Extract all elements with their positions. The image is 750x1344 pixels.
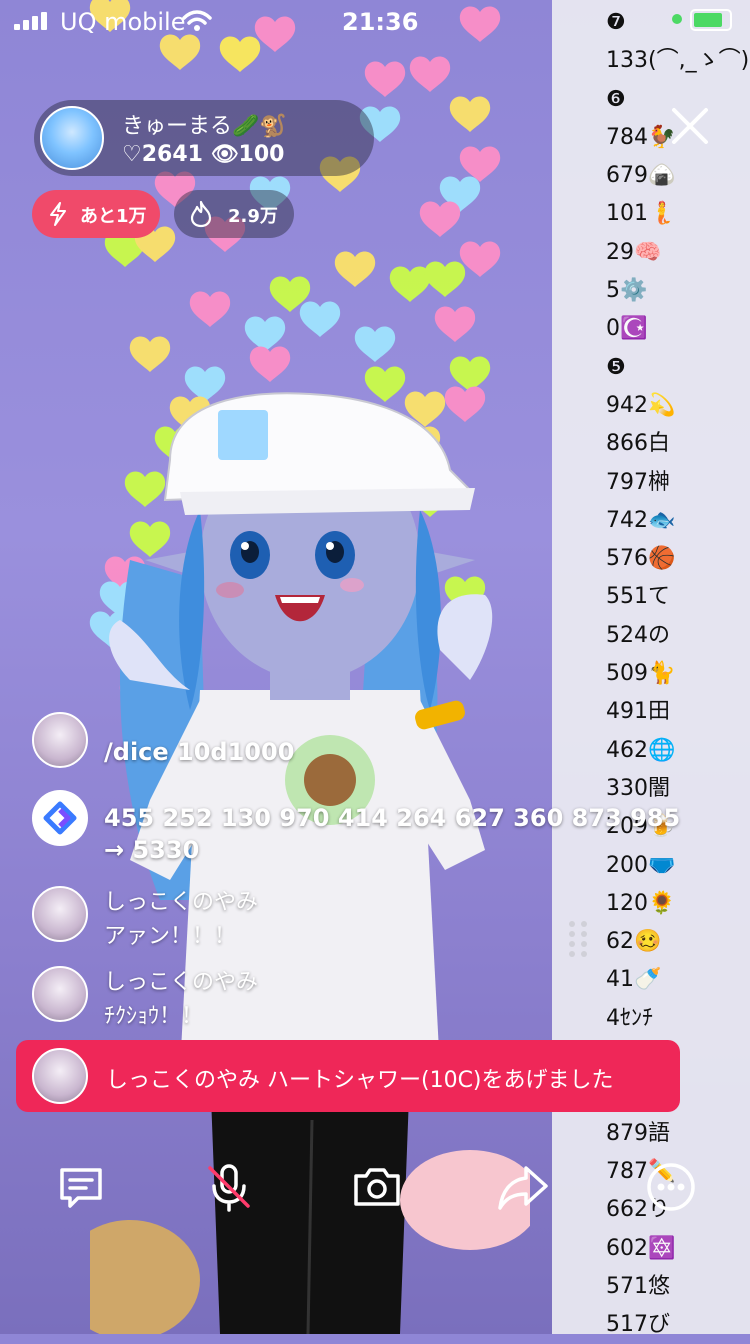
chat-message: /dice 10d1000 [32, 712, 712, 772]
chat-message-text: アァン！！！ [104, 924, 237, 949]
gift-notification-text: しっこくのやみ ハートシャワー(10C)をあげました [106, 1068, 614, 1093]
ranking-item: 551て [606, 584, 670, 610]
ranking-item: 29🧠 [606, 239, 662, 265]
ranking-item: 133(⌒,_ゝ⌒) [606, 48, 750, 74]
lightning-icon [50, 202, 66, 226]
wifi-icon [182, 10, 212, 31]
ranking-item: ❺ [606, 354, 626, 380]
gift-ranking-panel: ❼ 133(⌒,_ゝ⌒) ❻ 784🐓 679🍙 101🧜 29🧠 5⚙️ 0☪… [552, 0, 750, 1337]
close-icon[interactable] [668, 104, 712, 148]
ranking-item: 101🧜 [606, 201, 676, 227]
chat-message-text: /dice 10d1000 [104, 738, 295, 766]
camera-icon[interactable] [350, 1160, 404, 1214]
goal-badge-label: あと1万 [80, 206, 147, 227]
goal-badge[interactable]: あと1万 [32, 190, 160, 238]
cellular-signal-icon [14, 12, 47, 30]
popularity-badge-label: 2.9万 [228, 206, 278, 227]
commenter-avatar[interactable] [32, 966, 88, 1022]
ranking-item: 576🏀 [606, 546, 676, 572]
commenter-name: しっこくのやみ [104, 890, 259, 915]
bot-avatar[interactable] [32, 790, 88, 846]
carrier-name: UQ mobile [60, 8, 186, 36]
commenter-name: しっこくのやみ [104, 970, 259, 995]
ranking-item: 942💫 [606, 392, 676, 418]
ranking-item: 524の [606, 622, 670, 648]
status-bar: UQ mobile 21:36 [0, 0, 750, 44]
bot-logo-icon [43, 801, 77, 835]
ranking-item: 866白 [606, 431, 670, 457]
gifter-avatar[interactable] [32, 1048, 88, 1104]
chat-message: 455 252 130 970 414 264 627 360 873 985 … [32, 790, 712, 870]
ranking-item: 5⚙️ [606, 278, 648, 304]
chat-message-text: 455 252 130 970 414 264 627 360 873 985 … [104, 804, 681, 864]
ranking-item: 879語 [606, 1120, 670, 1146]
popularity-badge[interactable]: 2.9万 [174, 190, 294, 238]
streamer-name: きゅーまる🥒🐒 [122, 114, 287, 139]
drag-handle-icon[interactable] [568, 920, 592, 960]
streamer-profile[interactable]: きゅーまる🥒🐒 ♡2641 👁100 [34, 100, 374, 176]
streamer-stats: ♡2641 👁100 [122, 142, 285, 167]
clock: 21:36 [342, 8, 419, 36]
share-icon[interactable] [496, 1160, 550, 1214]
more-icon[interactable] [644, 1160, 698, 1214]
mic-off-icon[interactable] [202, 1160, 256, 1214]
chat-message: しっこくのやみ ﾁｸｼｮｳ！！ [32, 960, 712, 1030]
commenter-avatar[interactable] [32, 886, 88, 942]
ranking-list: ❼ 133(⌒,_ゝ⌒) ❻ 784🐓 679🍙 101🧜 29🧠 5⚙️ 0☪… [606, 4, 750, 1344]
streamer-avatar[interactable] [40, 106, 104, 170]
chat-message: しっこくのやみ アァン！！！ [32, 880, 712, 950]
comment-icon[interactable] [54, 1160, 108, 1214]
battery-icon [690, 9, 732, 31]
gift-notification-banner: しっこくのやみ ハートシャワー(10C)をあげました [16, 1040, 680, 1112]
ranking-item: 602🔯 [606, 1235, 676, 1261]
ranking-item: 742🐟 [606, 507, 676, 533]
chat-message-text: ﾁｸｼｮｳ！！ [104, 1004, 204, 1029]
ranking-item: 679🍙 [606, 163, 676, 189]
ranking-item: 571悠 [606, 1273, 670, 1299]
ranking-item: 797榊 [606, 469, 670, 495]
commenter-avatar[interactable] [32, 712, 88, 768]
charging-indicator [672, 14, 682, 24]
flame-icon [190, 200, 212, 228]
ranking-item: 509🐈 [606, 661, 676, 687]
ranking-item: 517び [606, 1312, 670, 1338]
ranking-item: 0☪️ [606, 316, 648, 342]
